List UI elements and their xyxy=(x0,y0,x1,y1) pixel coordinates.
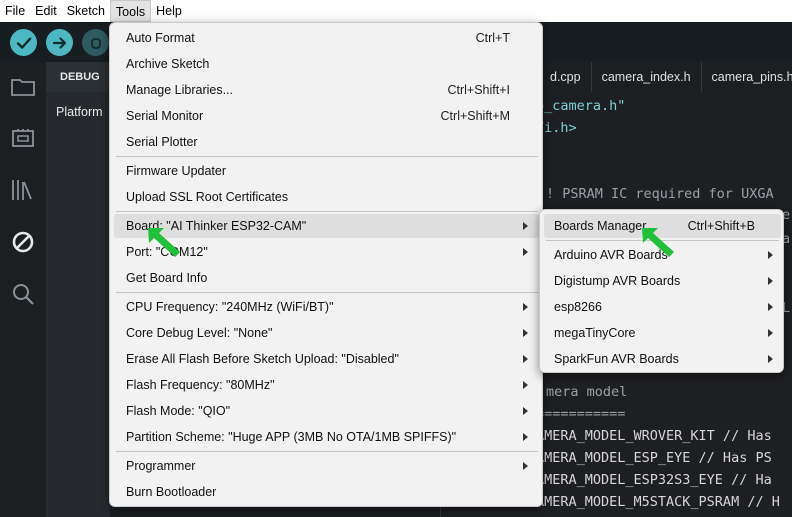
menu-item-label: Serial Plotter xyxy=(126,135,198,149)
submenu-arrow-icon xyxy=(523,381,528,389)
submenu-arrow-icon xyxy=(523,462,528,470)
menu-item-label: Get Board Info xyxy=(126,271,208,285)
submenu-arrow-icon xyxy=(523,248,528,256)
submenu-arrow-icon xyxy=(523,355,528,363)
menu-item-erase-flash[interactable]: Erase All Flash Before Sketch Upload: "D… xyxy=(114,347,540,371)
menu-item-label: Auto Format xyxy=(126,31,195,45)
code-line: AMERA_MODEL_ESP_EYE // Has PS xyxy=(536,450,772,466)
menu-item-shortcut: Ctrl+Shift+I xyxy=(447,83,510,97)
tools-menu: Auto Format Ctrl+T Archive Sketch Manage… xyxy=(109,22,543,507)
menu-item-programmer[interactable]: Programmer xyxy=(114,454,540,478)
submenu-arrow-icon xyxy=(768,303,773,311)
submenu-item-label: Digistump AVR Boards xyxy=(554,274,681,288)
menu-item-label: Core Debug Level: "None" xyxy=(126,326,273,340)
submenu-item-digistump-avr[interactable]: Digistump AVR Boards xyxy=(544,269,781,293)
board-icon[interactable] xyxy=(10,125,36,151)
menu-item-label: Erase All Flash Before Sketch Upload: "D… xyxy=(126,352,399,366)
menu-item-flash-mode[interactable]: Flash Mode: "QIO" xyxy=(114,399,540,423)
editor-tabs: d.cpp camera_index.h camera_pins.h xyxy=(540,62,792,92)
menu-item-flash-frequency[interactable]: Flash Frequency: "80MHz" xyxy=(114,373,540,397)
menu-item-get-board-info[interactable]: Get Board Info xyxy=(114,266,540,290)
menu-separator xyxy=(116,451,538,452)
pointer-arrow-icon xyxy=(148,228,180,257)
menu-item-core-debug-level[interactable]: Core Debug Level: "None" xyxy=(114,321,540,345)
check-icon xyxy=(16,37,31,49)
code-line: mera model xyxy=(546,384,628,400)
menu-help[interactable]: Help xyxy=(151,0,187,22)
submenu-arrow-icon xyxy=(523,222,528,230)
menu-item-partition-scheme[interactable]: Partition Scheme: "Huge APP (3MB No OTA/… xyxy=(114,425,540,449)
tab-app-httpd[interactable]: d.cpp xyxy=(540,62,592,92)
menu-item-upload-ssl[interactable]: Upload SSL Root Certificates xyxy=(114,185,540,209)
submenu-item-esp8266[interactable]: esp8266 xyxy=(544,295,781,319)
menu-file[interactable]: File xyxy=(0,0,30,22)
code-line: p_camera.h" xyxy=(536,98,626,114)
submenu-arrow-icon xyxy=(768,251,773,259)
code-line: AMERA_MODEL_ESP32S3_EYE // Ha xyxy=(536,472,772,488)
submenu-arrow-icon xyxy=(768,277,773,285)
debug-side-panel: DEBUG Platform xyxy=(46,62,110,517)
code-line: =========== xyxy=(536,406,626,422)
menu-item-label: Programmer xyxy=(126,459,196,473)
tab-camera-pins[interactable]: camera_pins.h xyxy=(702,62,792,92)
menu-item-label: Burn Bootloader xyxy=(126,485,217,499)
submenu-arrow-icon xyxy=(523,303,528,311)
debug-button[interactable] xyxy=(82,29,109,56)
menu-item-shortcut: Ctrl+T xyxy=(475,31,510,45)
menu-separator xyxy=(116,156,538,157)
menu-item-burn-bootloader[interactable]: Burn Bootloader xyxy=(114,480,540,504)
code-line: AMERA_MODEL_M5STACK_PSRAM // H xyxy=(536,494,780,510)
submenu-item-megatinycore[interactable]: megaTinyCore xyxy=(544,321,781,345)
submenu-item-label: SparkFun AVR Boards xyxy=(554,352,679,366)
menu-item-label: Archive Sketch xyxy=(126,57,210,71)
code-line: AMERA_MODEL_WROVER_KIT // Has xyxy=(536,428,772,444)
menu-edit[interactable]: Edit xyxy=(30,0,62,22)
arrow-right-icon xyxy=(52,36,66,49)
menu-item-label: Flash Frequency: "80MHz" xyxy=(126,378,275,392)
platform-label: Platform xyxy=(56,105,103,119)
library-icon[interactable] xyxy=(10,177,36,203)
menu-item-manage-libraries[interactable]: Manage Libraries... Ctrl+Shift+I xyxy=(114,78,540,102)
activity-bar xyxy=(0,62,46,517)
submenu-arrow-icon xyxy=(768,329,773,337)
menu-item-label: Partition Scheme: "Huge APP (3MB No OTA/… xyxy=(126,430,457,444)
menu-item-label: Serial Monitor xyxy=(126,109,204,123)
menu-item-shortcut: Ctrl+Shift+M xyxy=(440,109,510,123)
menu-item-archive-sketch[interactable]: Archive Sketch xyxy=(114,52,540,76)
menu-item-firmware-updater[interactable]: Firmware Updater xyxy=(114,159,540,183)
submenu-arrow-icon xyxy=(768,355,773,363)
menu-item-label: Firmware Updater xyxy=(126,164,227,178)
search-icon[interactable] xyxy=(10,281,36,307)
menu-item-label: Upload SSL Root Certificates xyxy=(126,190,289,204)
tab-camera-index[interactable]: camera_index.h xyxy=(592,62,702,92)
menu-separator xyxy=(116,211,538,212)
menu-separator xyxy=(116,292,538,293)
menu-item-serial-monitor[interactable]: Serial Monitor Ctrl+Shift+M xyxy=(114,104,540,128)
menu-sketch[interactable]: Sketch xyxy=(62,0,110,22)
submenu-item-shortcut: Ctrl+Shift+B xyxy=(687,219,755,233)
submenu-item-sparkfun-avr[interactable]: SparkFun AVR Boards xyxy=(544,347,781,371)
code-line: ! PSRAM IC required for UXGA xyxy=(546,186,774,202)
menu-item-cpu-frequency[interactable]: CPU Frequency: "240MHz (WiFi/BT)" xyxy=(114,295,540,319)
menu-tools[interactable]: Tools xyxy=(109,0,152,22)
submenu-item-label: esp8266 xyxy=(554,300,602,314)
menubar: File Edit Sketch Tools Help xyxy=(0,0,792,22)
submenu-arrow-icon xyxy=(523,407,528,415)
menu-item-label: Manage Libraries... xyxy=(126,83,234,97)
folder-icon[interactable] xyxy=(10,74,36,100)
debug-icon xyxy=(90,37,101,49)
submenu-arrow-icon xyxy=(523,329,528,337)
submenu-item-label: megaTinyCore xyxy=(554,326,636,340)
menu-item-label: Flash Mode: "QIO" xyxy=(126,404,231,418)
pointer-arrow-icon xyxy=(642,228,674,257)
menu-item-label: CPU Frequency: "240MHz (WiFi/BT)" xyxy=(126,300,334,314)
verify-button[interactable] xyxy=(10,29,37,56)
submenu-arrow-icon xyxy=(523,433,528,441)
upload-button[interactable] xyxy=(46,29,73,56)
debug-panel-icon[interactable] xyxy=(10,229,36,255)
menu-item-auto-format[interactable]: Auto Format Ctrl+T xyxy=(114,26,540,50)
side-panel-header: DEBUG xyxy=(46,62,110,92)
menu-item-serial-plotter[interactable]: Serial Plotter xyxy=(114,130,540,154)
